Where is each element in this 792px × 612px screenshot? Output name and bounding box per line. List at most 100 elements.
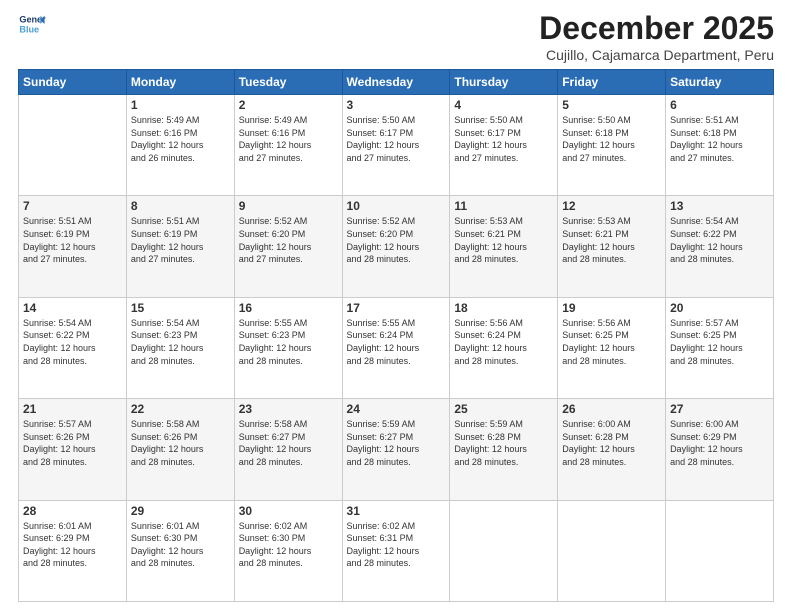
day-info: Sunrise: 5:52 AM Sunset: 6:20 PM Dayligh…: [347, 215, 446, 265]
header-tuesday: Tuesday: [234, 70, 342, 95]
day-info: Sunrise: 5:49 AM Sunset: 6:16 PM Dayligh…: [131, 114, 230, 164]
day-info: Sunrise: 5:57 AM Sunset: 6:26 PM Dayligh…: [23, 418, 122, 468]
table-row: 3 Sunrise: 5:50 AM Sunset: 6:17 PM Daylig…: [342, 95, 450, 196]
header-sunday: Sunday: [19, 70, 127, 95]
day-info: Sunrise: 5:54 AM Sunset: 6:22 PM Dayligh…: [670, 215, 769, 265]
day-info: Sunrise: 6:01 AM Sunset: 6:30 PM Dayligh…: [131, 520, 230, 570]
header: General Blue December 2025 Cujillo, Caja…: [18, 10, 774, 63]
day-number: 13: [670, 199, 769, 213]
day-info: Sunrise: 5:54 AM Sunset: 6:23 PM Dayligh…: [131, 317, 230, 367]
day-info: Sunrise: 6:00 AM Sunset: 6:29 PM Dayligh…: [670, 418, 769, 468]
day-number: 11: [454, 199, 553, 213]
table-row: 15 Sunrise: 5:54 AM Sunset: 6:23 PM Dayli…: [126, 297, 234, 398]
logo-icon: General Blue: [18, 10, 46, 38]
day-number: 17: [347, 301, 446, 315]
day-number: 16: [239, 301, 338, 315]
table-row: 19Sunrise: 5:56 AM Sunset: 6:25 PM Dayli…: [558, 297, 666, 398]
table-row: [558, 500, 666, 601]
table-row: [19, 95, 127, 196]
day-number: 30: [239, 504, 338, 518]
logo: General Blue: [18, 10, 46, 38]
page: General Blue December 2025 Cujillo, Caja…: [0, 0, 792, 612]
table-row: 11Sunrise: 5:53 AM Sunset: 6:21 PM Dayli…: [450, 196, 558, 297]
day-number: 14: [23, 301, 122, 315]
day-number: 8: [131, 199, 230, 213]
table-row: 4Sunrise: 5:50 AM Sunset: 6:17 PM Daylig…: [450, 95, 558, 196]
day-info: Sunrise: 5:56 AM Sunset: 6:24 PM Dayligh…: [454, 317, 553, 367]
calendar-week-row: 21 Sunrise: 5:57 AM Sunset: 6:26 PM Dayli…: [19, 399, 774, 500]
day-number: 2: [239, 98, 338, 112]
day-info: Sunrise: 5:55 AM Sunset: 6:24 PM Dayligh…: [347, 317, 446, 367]
table-row: 29 Sunrise: 6:01 AM Sunset: 6:30 PM Dayli…: [126, 500, 234, 601]
day-info: Sunrise: 6:00 AM Sunset: 6:28 PM Dayligh…: [562, 418, 661, 468]
table-row: 26 Sunrise: 6:00 AM Sunset: 6:28 PM Dayli…: [558, 399, 666, 500]
day-info: Sunrise: 5:54 AM Sunset: 6:22 PM Dayligh…: [23, 317, 122, 367]
day-info: Sunrise: 5:50 AM Sunset: 6:18 PM Dayligh…: [562, 114, 661, 164]
table-row: 18 Sunrise: 5:56 AM Sunset: 6:24 PM Dayli…: [450, 297, 558, 398]
table-row: 22Sunrise: 5:58 AM Sunset: 6:26 PM Dayli…: [126, 399, 234, 500]
table-row: 31 Sunrise: 6:02 AM Sunset: 6:31 PM Dayli…: [342, 500, 450, 601]
day-number: 19: [562, 301, 661, 315]
table-row: 10 Sunrise: 5:52 AM Sunset: 6:20 PM Dayli…: [342, 196, 450, 297]
table-row: 25 Sunrise: 5:59 AM Sunset: 6:28 PM Dayli…: [450, 399, 558, 500]
day-number: 28: [23, 504, 122, 518]
table-row: 24Sunrise: 5:59 AM Sunset: 6:27 PM Dayli…: [342, 399, 450, 500]
day-info: Sunrise: 5:52 AM Sunset: 6:20 PM Dayligh…: [239, 215, 338, 265]
table-row: 2 Sunrise: 5:49 AM Sunset: 6:16 PM Daylig…: [234, 95, 342, 196]
table-row: 23Sunrise: 5:58 AM Sunset: 6:27 PM Dayli…: [234, 399, 342, 500]
day-number: 31: [347, 504, 446, 518]
table-row: 16 Sunrise: 5:55 AM Sunset: 6:23 PM Dayli…: [234, 297, 342, 398]
day-number: 4: [454, 98, 553, 112]
day-number: 9: [239, 199, 338, 213]
day-number: 6: [670, 98, 769, 112]
day-number: 21: [23, 402, 122, 416]
table-row: 14 Sunrise: 5:54 AM Sunset: 6:22 PM Dayli…: [19, 297, 127, 398]
day-number: 7: [23, 199, 122, 213]
table-row: 12Sunrise: 5:53 AM Sunset: 6:21 PM Dayli…: [558, 196, 666, 297]
table-row: 6 Sunrise: 5:51 AM Sunset: 6:18 PM Daylig…: [666, 95, 774, 196]
table-row: 8Sunrise: 5:51 AM Sunset: 6:19 PM Daylig…: [126, 196, 234, 297]
table-row: 17 Sunrise: 5:55 AM Sunset: 6:24 PM Dayli…: [342, 297, 450, 398]
day-number: 1: [131, 98, 230, 112]
day-info: Sunrise: 5:50 AM Sunset: 6:17 PM Dayligh…: [347, 114, 446, 164]
header-friday: Friday: [558, 70, 666, 95]
day-info: Sunrise: 5:57 AM Sunset: 6:25 PM Dayligh…: [670, 317, 769, 367]
day-info: Sunrise: 5:55 AM Sunset: 6:23 PM Dayligh…: [239, 317, 338, 367]
header-wednesday: Wednesday: [342, 70, 450, 95]
day-number: 20: [670, 301, 769, 315]
day-info: Sunrise: 5:51 AM Sunset: 6:19 PM Dayligh…: [23, 215, 122, 265]
day-number: 22: [131, 402, 230, 416]
table-row: 27 Sunrise: 6:00 AM Sunset: 6:29 PM Dayli…: [666, 399, 774, 500]
day-number: 27: [670, 402, 769, 416]
table-row: 9 Sunrise: 5:52 AM Sunset: 6:20 PM Daylig…: [234, 196, 342, 297]
calendar-week-row: 1 Sunrise: 5:49 AM Sunset: 6:16 PM Daylig…: [19, 95, 774, 196]
table-row: 28 Sunrise: 6:01 AM Sunset: 6:29 PM Dayli…: [19, 500, 127, 601]
title-section: December 2025 Cujillo, Cajamarca Departm…: [539, 10, 774, 63]
day-number: 18: [454, 301, 553, 315]
day-number: 10: [347, 199, 446, 213]
day-info: Sunrise: 6:01 AM Sunset: 6:29 PM Dayligh…: [23, 520, 122, 570]
day-info: Sunrise: 5:51 AM Sunset: 6:18 PM Dayligh…: [670, 114, 769, 164]
day-number: 3: [347, 98, 446, 112]
table-row: 1 Sunrise: 5:49 AM Sunset: 6:16 PM Daylig…: [126, 95, 234, 196]
day-info: Sunrise: 5:58 AM Sunset: 6:27 PM Dayligh…: [239, 418, 338, 468]
day-info: Sunrise: 6:02 AM Sunset: 6:30 PM Dayligh…: [239, 520, 338, 570]
svg-text:Blue: Blue: [19, 24, 39, 34]
day-number: 15: [131, 301, 230, 315]
month-title: December 2025: [539, 10, 774, 47]
table-row: [666, 500, 774, 601]
subtitle: Cujillo, Cajamarca Department, Peru: [539, 47, 774, 63]
header-monday: Monday: [126, 70, 234, 95]
table-row: 20 Sunrise: 5:57 AM Sunset: 6:25 PM Dayli…: [666, 297, 774, 398]
day-number: 24: [347, 402, 446, 416]
calendar-table: Sunday Monday Tuesday Wednesday Thursday…: [18, 69, 774, 602]
day-info: Sunrise: 5:49 AM Sunset: 6:16 PM Dayligh…: [239, 114, 338, 164]
table-row: [450, 500, 558, 601]
day-info: Sunrise: 5:59 AM Sunset: 6:28 PM Dayligh…: [454, 418, 553, 468]
day-number: 26: [562, 402, 661, 416]
day-info: Sunrise: 6:02 AM Sunset: 6:31 PM Dayligh…: [347, 520, 446, 570]
day-number: 25: [454, 402, 553, 416]
calendar-week-row: 28 Sunrise: 6:01 AM Sunset: 6:29 PM Dayli…: [19, 500, 774, 601]
day-number: 29: [131, 504, 230, 518]
table-row: 30 Sunrise: 6:02 AM Sunset: 6:30 PM Dayli…: [234, 500, 342, 601]
